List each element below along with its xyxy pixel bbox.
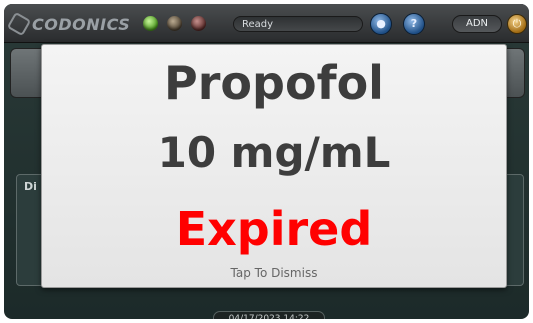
logo-hex-icon <box>6 11 32 37</box>
drug-name: Propofol <box>164 56 384 110</box>
list-icon: ● <box>376 17 386 30</box>
status-text: Ready <box>233 16 363 32</box>
background-panel-label: Di <box>24 180 37 193</box>
expired-status: Expired <box>175 202 373 256</box>
codonics-logo: CODONICS <box>6 11 131 37</box>
expired-alert-dialog[interactable]: Propofol 10 mg/mL Expired Tap To Dismiss <box>41 44 507 288</box>
drug-concentration: 10 mg/mL <box>157 128 391 177</box>
help-button[interactable]: ? <box>403 13 425 35</box>
logo-text: CODONICS <box>32 14 131 34</box>
tap-to-dismiss-label[interactable]: Tap To Dismiss <box>42 265 506 281</box>
user-label[interactable]: ADN <box>452 15 502 33</box>
top-bar: CODONICS Ready ● ? ADN ⏻ <box>4 4 529 43</box>
menu-button[interactable]: ● <box>370 13 392 35</box>
red-indicator-icon <box>191 16 206 31</box>
power-icon: ⏻ <box>512 17 522 30</box>
help-icon: ? <box>410 17 418 30</box>
green-indicator-icon <box>143 16 158 31</box>
amber-indicator-icon <box>167 16 182 31</box>
datetime-display: 04/17/2023 14:22 <box>213 311 325 319</box>
logout-button[interactable]: ⏻ <box>507 14 527 34</box>
